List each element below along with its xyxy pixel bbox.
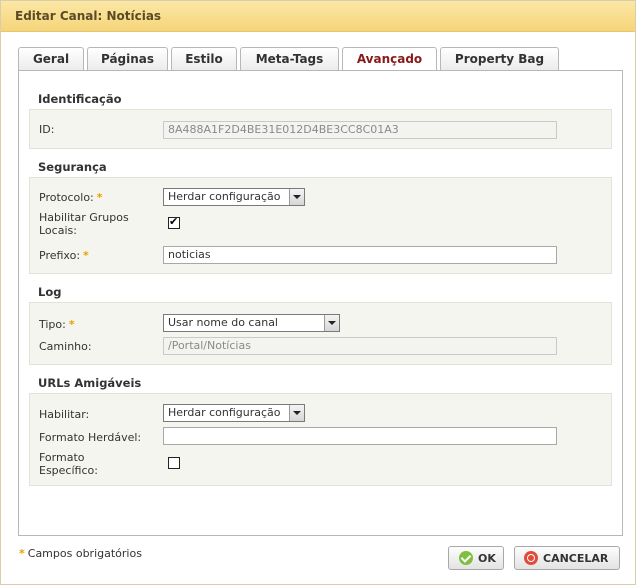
section-log: Tipo: * Usar nome do canal Caminho: /Port…	[29, 302, 612, 365]
required-marker: *	[19, 547, 25, 560]
section-urls-amigaveis: Habilitar: Herdar configuração Formato H…	[29, 393, 612, 486]
caminho-field: /Portal/Notícias	[163, 337, 557, 355]
protocolo-select[interactable]: Herdar configuração	[163, 188, 305, 206]
tipo-label: Tipo: *	[39, 318, 75, 331]
grupos-locais-checkbox[interactable]: ✔	[168, 215, 180, 229]
cancel-icon	[524, 551, 538, 565]
section-identificacao: ID: 8A488A1F2D4BE31E012D4BE3CC8C01A3	[29, 109, 612, 149]
tab-meta-tags[interactable]: Meta-Tags	[240, 47, 339, 70]
tipo-select[interactable]: Usar nome do canal	[163, 314, 340, 332]
section-title-seguranca: Segurança	[38, 160, 107, 174]
check-icon	[459, 551, 473, 565]
tab-avancado[interactable]: Avançado	[342, 47, 437, 72]
habilitar-select-value: Herdar configuração	[168, 406, 281, 419]
caminho-label: Caminho:	[39, 340, 92, 353]
formato-especifico-label: Formato Específico:	[39, 451, 98, 477]
edit-channel-dialog: Editar Canal: Notícias Geral Páginas Est…	[0, 0, 636, 585]
tab-estilo[interactable]: Estilo	[171, 47, 237, 70]
prefixo-label: Prefixo: *	[39, 249, 89, 262]
section-title-log: Log	[38, 285, 62, 299]
required-fields-note: * Campos obrigatórios	[19, 547, 142, 560]
required-marker: *	[68, 318, 75, 331]
protocolo-label: Protocolo: *	[39, 191, 103, 204]
protocolo-select-value: Herdar configuração	[168, 190, 281, 203]
dropdown-arrow-icon	[289, 189, 304, 205]
habilitar-label: Habilitar:	[39, 408, 90, 421]
formato-herdavel-label: Formato Herdável:	[39, 431, 142, 444]
formato-herdavel-field[interactable]	[163, 427, 557, 445]
section-title-identificacao: Identificação	[38, 92, 122, 106]
grupos-locais-label: Habilitar Grupos Locais:	[39, 211, 129, 237]
dropdown-arrow-icon	[289, 405, 304, 421]
section-seguranca: Protocolo: * Herdar configuração Habilita…	[29, 177, 612, 274]
tab-geral[interactable]: Geral	[18, 47, 84, 70]
tipo-select-value: Usar nome do canal	[168, 316, 278, 329]
advanced-tab-panel: Identificação ID: 8A488A1F2D4BE31E012D4B…	[18, 70, 623, 536]
dialog-title: Editar Canal: Notícias	[1, 1, 635, 32]
tab-bar: Geral Páginas Estilo Meta-Tags Avançado …	[18, 47, 562, 72]
dropdown-arrow-icon	[324, 315, 339, 331]
prefixo-field[interactable]: noticias	[163, 246, 557, 264]
checkmark-icon: ✔	[169, 215, 179, 228]
cancel-button[interactable]: CANCELAR	[514, 546, 620, 570]
tab-paginas[interactable]: Páginas	[87, 47, 168, 70]
required-marker: *	[83, 249, 89, 262]
tab-property-bag[interactable]: Property Bag	[440, 47, 559, 70]
id-label: ID:	[39, 123, 55, 136]
habilitar-select[interactable]: Herdar configuração	[163, 404, 305, 422]
ok-button[interactable]: OK	[448, 546, 504, 570]
formato-especifico-checkbox[interactable]	[168, 457, 180, 469]
required-marker: *	[96, 191, 103, 204]
section-title-urls-amigaveis: URLs Amigáveis	[38, 376, 142, 390]
id-field: 8A488A1F2D4BE31E012D4BE3CC8C01A3	[163, 121, 557, 139]
